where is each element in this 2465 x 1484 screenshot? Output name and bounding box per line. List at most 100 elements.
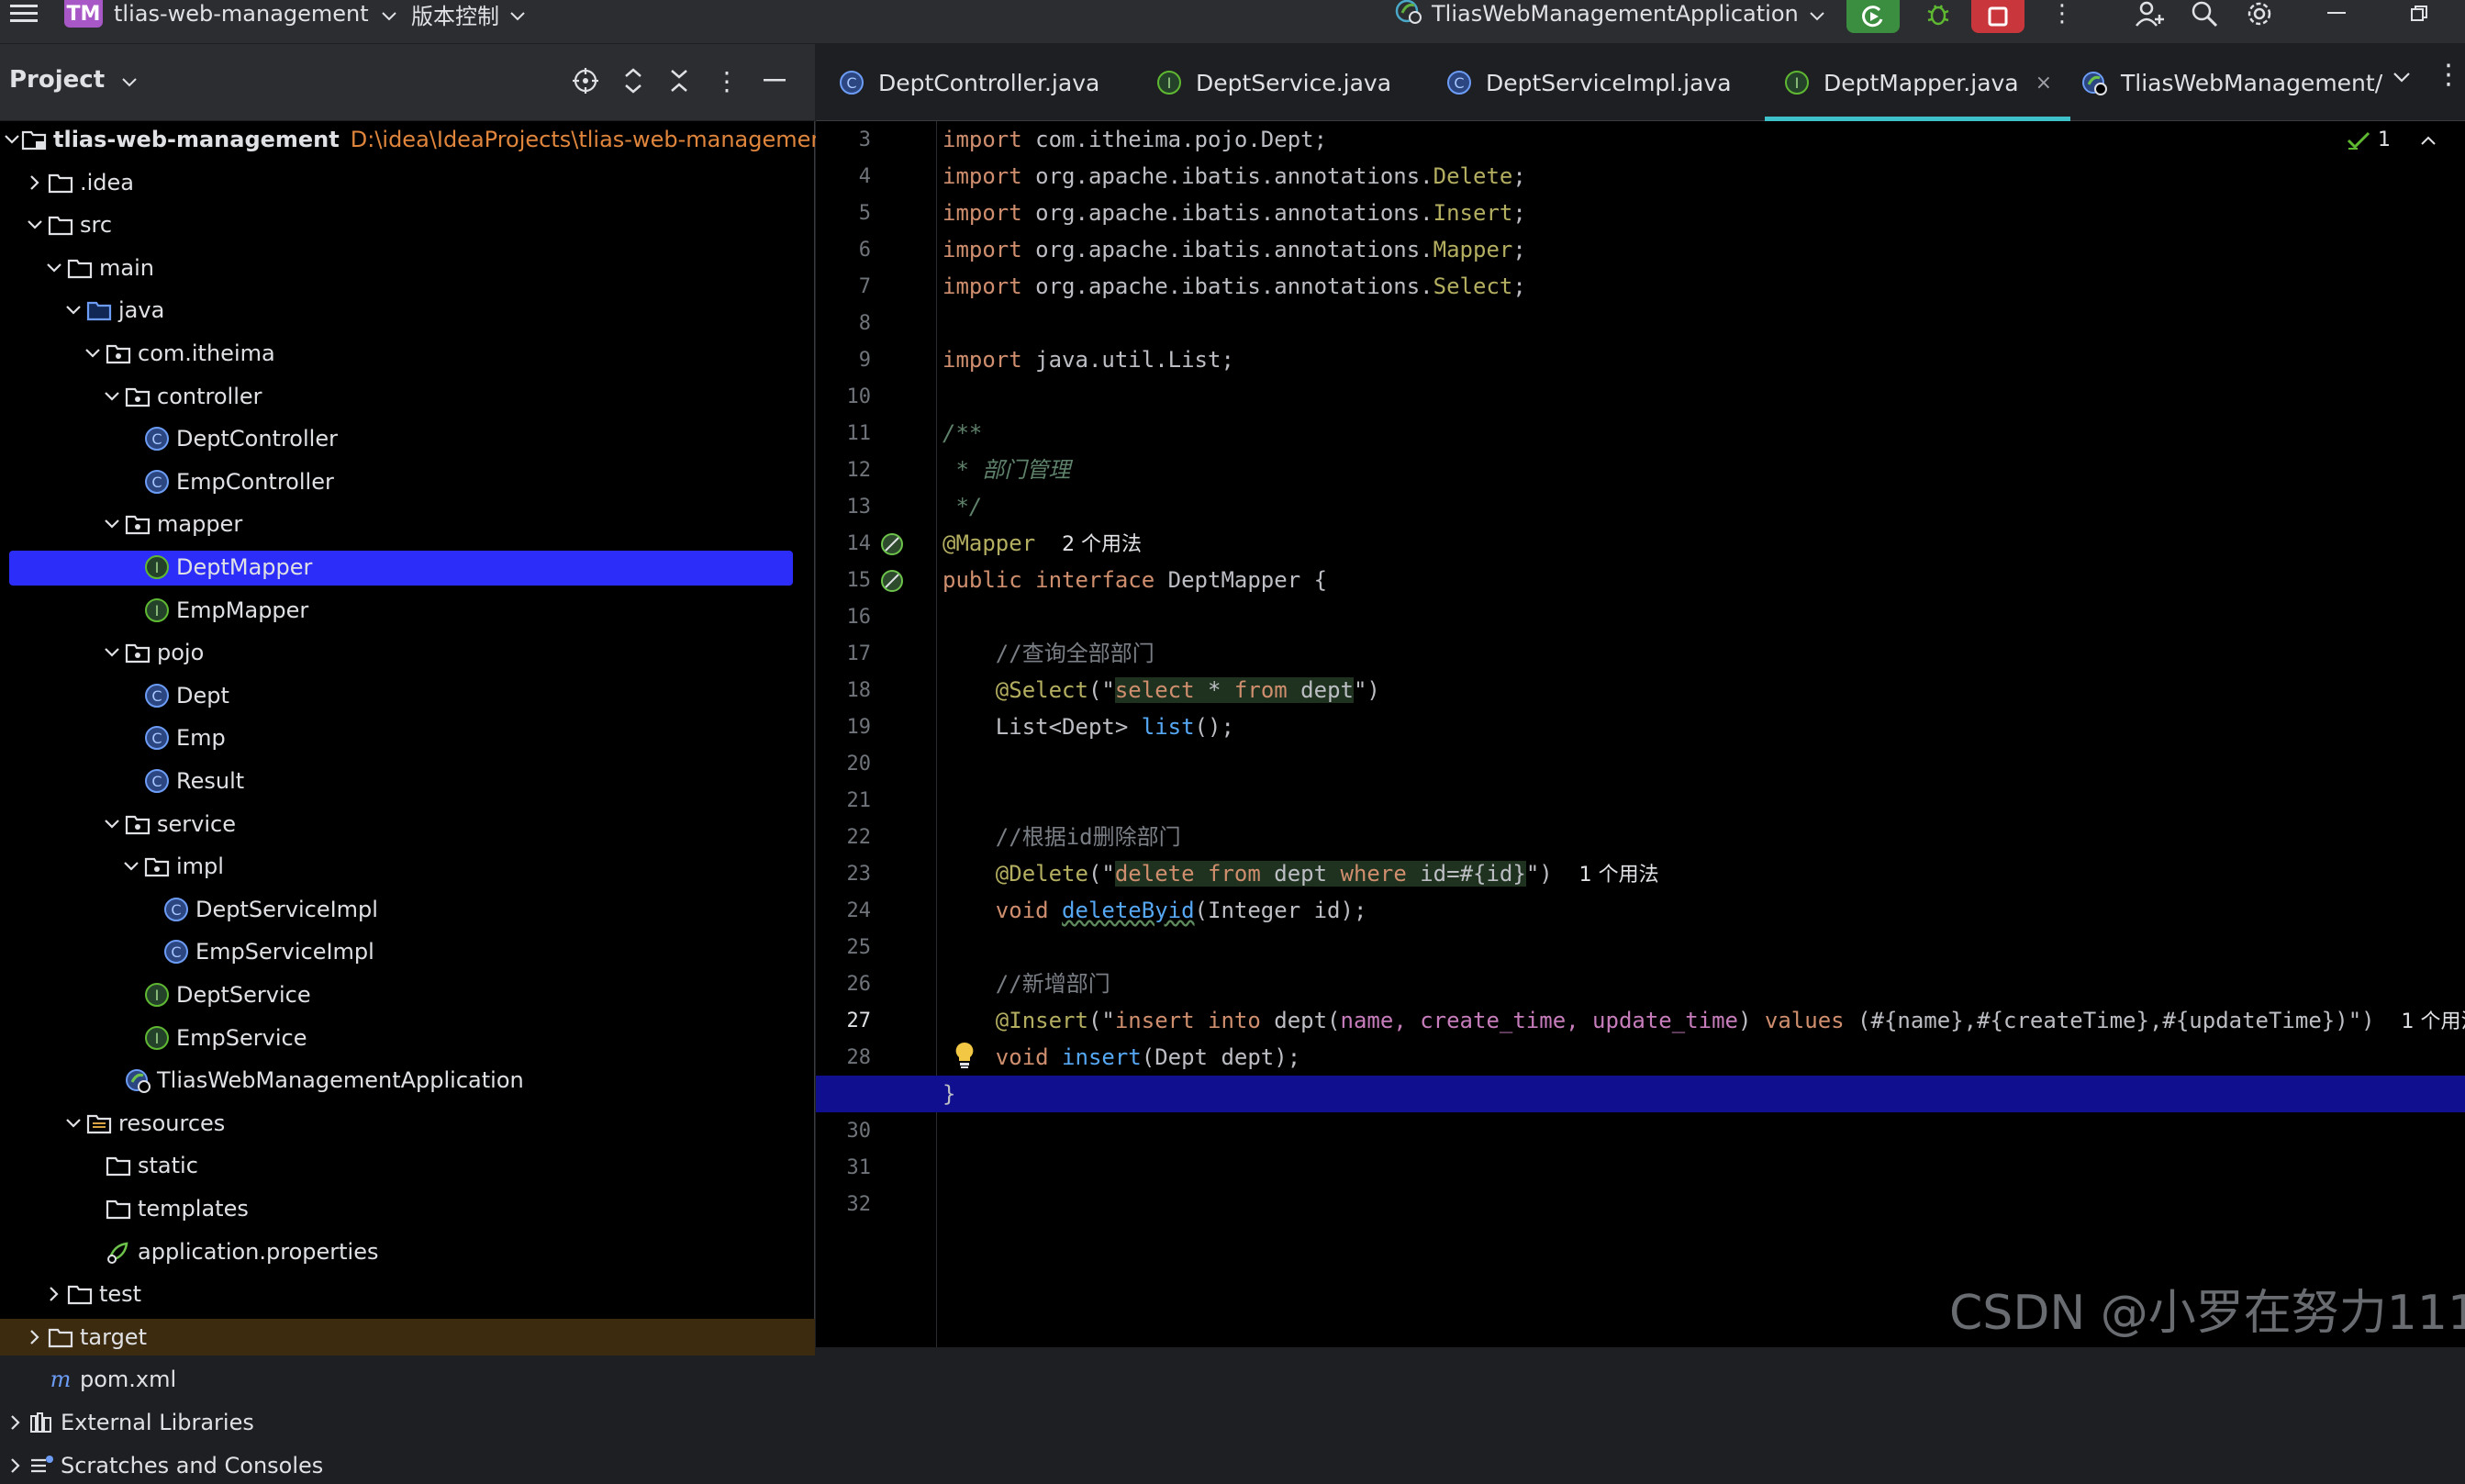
interface-icon: I: [143, 981, 171, 1009]
tree-node[interactable]: External Libraries: [0, 1404, 815, 1441]
tree-node[interactable]: I EmpMapper: [0, 592, 815, 629]
more-vertical-icon[interactable]: ⋮: [2435, 59, 2462, 91]
collapse-all-button[interactable]: [663, 64, 696, 97]
chevron-down-icon[interactable]: [100, 512, 124, 536]
line-number: 3: [858, 128, 871, 151]
project-view-selector[interactable]: Project: [9, 66, 137, 94]
usages-hint[interactable]: 1 个用法: [1579, 864, 1659, 887]
tree-node[interactable]: TliasWebManagementApplication: [0, 1062, 815, 1099]
settings-button[interactable]: [2239, 0, 2280, 28]
tree-node[interactable]: C EmpServiceImpl: [0, 933, 815, 970]
svg-text:m: m: [50, 1367, 72, 1392]
tree-node[interactable]: tlias-web-management D:\idea\IdeaProjects…: [0, 121, 833, 158]
editor-tab[interactable]: C DeptServiceImpl.java: [1445, 44, 1732, 121]
minimize-button[interactable]: [2316, 0, 2357, 28]
tree-node[interactable]: I DeptService: [0, 976, 815, 1013]
tree-node[interactable]: C EmpController: [0, 463, 815, 500]
tree-node[interactable]: pojo: [0, 634, 815, 671]
panel-options-button[interactable]: ⋮: [710, 64, 743, 97]
chevron-down-icon[interactable]: [61, 298, 85, 322]
chevron-right-icon[interactable]: [42, 1282, 66, 1306]
chevron-right-icon[interactable]: [4, 1454, 28, 1478]
restore-button[interactable]: [2399, 0, 2439, 28]
tree-node[interactable]: C Emp: [0, 720, 815, 756]
line-number: 11: [846, 422, 872, 445]
chevron-down-icon[interactable]: [61, 1111, 85, 1135]
tree-node[interactable]: com.itheima: [0, 335, 815, 372]
line-number: 28: [846, 1046, 872, 1069]
project-switcher[interactable]: tlias-web-management: [114, 0, 396, 28]
tree-node[interactable]: src: [0, 206, 815, 243]
line-number: 4: [858, 165, 871, 188]
tree-node[interactable]: impl: [0, 848, 815, 885]
tree-node[interactable]: templates: [0, 1190, 815, 1227]
expand-all-button[interactable]: [617, 64, 650, 97]
close-icon[interactable]: ×: [2036, 72, 2052, 95]
tree-node[interactable]: target: [0, 1319, 815, 1356]
mybatis-gutter-icon[interactable]: [878, 530, 906, 562]
code-with-me-button[interactable]: [2129, 0, 2169, 28]
more-actions-button[interactable]: ⋮: [2048, 0, 2076, 28]
mybatis-gutter-icon[interactable]: [878, 567, 906, 598]
tree-node[interactable]: mapper: [0, 506, 815, 542]
tree-node[interactable]: C DeptController: [0, 420, 815, 457]
vcs-menu[interactable]: 版本控制: [411, 0, 525, 29]
run-configuration-selector[interactable]: TliasWebManagementApplication: [1395, 0, 1824, 28]
tree-node[interactable]: service: [0, 806, 815, 842]
chevron-down-icon[interactable]: [81, 341, 105, 365]
line-number: 10: [846, 385, 872, 408]
tree-node[interactable]: I DeptMapper: [0, 549, 815, 586]
main-menu-icon[interactable]: [6, 0, 42, 28]
tree-node[interactable]: application.properties: [0, 1233, 815, 1270]
chevron-down-icon[interactable]: [119, 854, 143, 878]
check-icon: [2347, 131, 2370, 150]
chevron-down-icon[interactable]: [4, 128, 20, 151]
minimize-icon: [2327, 12, 2346, 14]
chevron-up-icon[interactable]: [2420, 135, 2437, 146]
editor-tab[interactable]: I DeptService.java: [1155, 44, 1391, 121]
chevron-down-icon[interactable]: [42, 256, 66, 280]
usages-hint[interactable]: 1 个用法: [2401, 1010, 2465, 1033]
select-opened-file-button[interactable]: [569, 64, 602, 97]
project-badge[interactable]: TM: [64, 0, 103, 28]
editor-tab[interactable]: TliasWebManagement/: [2080, 44, 2382, 121]
editor-tab[interactable]: I DeptMapper.java ×: [1764, 44, 2071, 121]
tree-node[interactable]: main: [0, 250, 815, 286]
chevron-down-icon[interactable]: [100, 385, 124, 408]
tree-node[interactable]: m pom.xml: [0, 1361, 815, 1398]
tab-list-chevron-icon[interactable]: [2392, 70, 2411, 87]
tree-node[interactable]: test: [0, 1276, 815, 1312]
chevron-right-icon[interactable]: [23, 171, 47, 195]
tree-node[interactable]: static: [0, 1147, 815, 1184]
chevron-right-icon[interactable]: [23, 1325, 47, 1349]
tree-node[interactable]: C Dept: [0, 677, 815, 714]
usages-hint[interactable]: 2 个用法: [1062, 533, 1142, 556]
code-line: /**: [942, 420, 983, 446]
chevron-down-icon[interactable]: [100, 641, 124, 664]
resources-folder-icon: [85, 1110, 113, 1137]
tree-node[interactable]: C DeptServiceImpl: [0, 891, 815, 928]
stop-button[interactable]: [1971, 0, 2024, 33]
interface-icon: I: [143, 553, 171, 581]
chevron-down-icon[interactable]: [100, 812, 124, 836]
tree-node-label: com.itheima: [138, 340, 275, 366]
tree-node[interactable]: I EmpService: [0, 1020, 815, 1056]
tree-node[interactable]: resources: [0, 1105, 815, 1142]
editor-tab-label: DeptMapper.java: [1824, 69, 2019, 96]
inspection-widget[interactable]: 1: [2347, 128, 2465, 151]
tree-node[interactable]: Scratches and Consoles: [0, 1447, 815, 1484]
hide-panel-button[interactable]: [758, 64, 791, 97]
rerun-button[interactable]: [1846, 0, 1900, 33]
tree-node[interactable]: C Result: [0, 763, 815, 799]
interface-icon: I: [143, 1024, 171, 1052]
tree-node[interactable]: .idea: [0, 164, 815, 201]
editor-tab[interactable]: C DeptController.java: [838, 44, 1099, 121]
tree-node[interactable]: controller: [0, 378, 815, 415]
code-editor[interactable]: import com.itheima.pojo.Dept; import org…: [816, 121, 2465, 1347]
tree-node[interactable]: java: [0, 292, 815, 329]
chevron-right-icon[interactable]: [4, 1411, 28, 1434]
debug-button[interactable]: [1918, 0, 1958, 28]
search-everywhere-button[interactable]: [2184, 0, 2225, 28]
chevron-down-icon[interactable]: [23, 213, 47, 237]
line-number: 9: [858, 349, 871, 372]
